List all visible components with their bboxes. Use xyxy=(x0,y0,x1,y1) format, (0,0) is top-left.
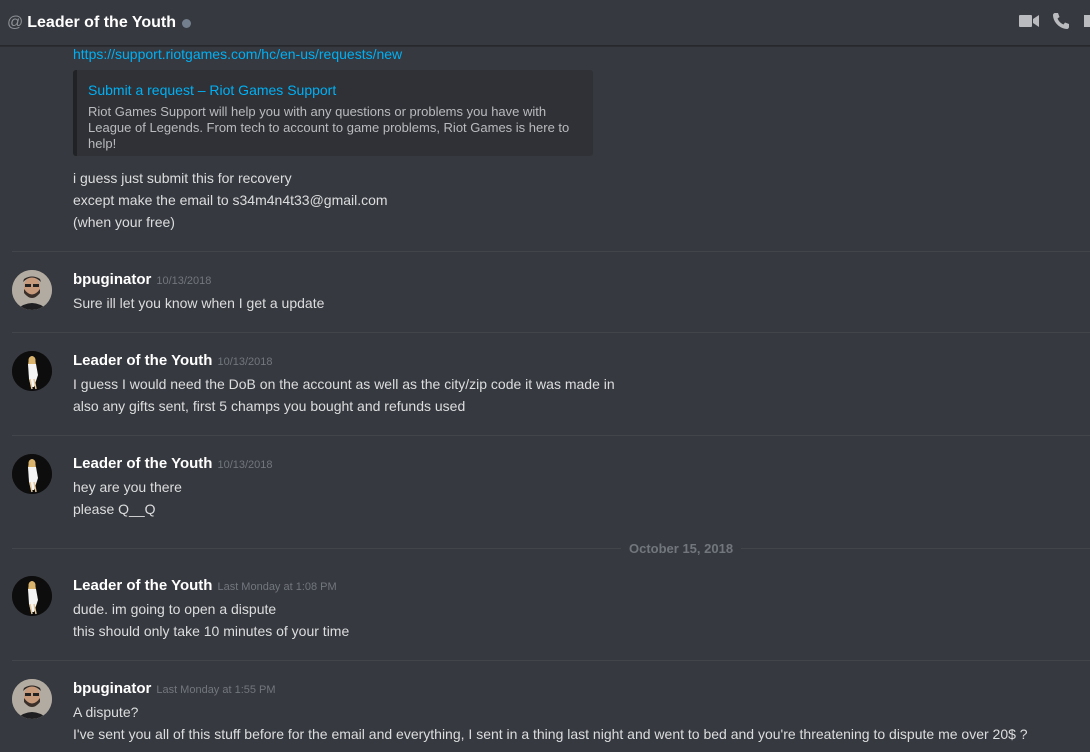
avatar[interactable] xyxy=(12,454,52,494)
avatar[interactable] xyxy=(12,576,52,616)
message-text: dude. im going to open a dispute xyxy=(73,601,277,617)
author-name[interactable]: Leader of the Youth xyxy=(73,352,212,369)
message-text: (when your free) xyxy=(73,214,175,230)
message-text: i guess just submit this for recovery xyxy=(73,170,292,186)
link-embed: Submit a request – Riot Games Support Ri… xyxy=(73,70,593,156)
message-divider xyxy=(12,332,1090,333)
message-text: hey are you there xyxy=(73,479,182,495)
avatar[interactable] xyxy=(12,351,52,391)
channel-title: Leader of the Youth xyxy=(27,13,176,31)
message-author[interactable]: bpuginator 10/13/2018 xyxy=(73,271,211,288)
at-icon: @ xyxy=(7,13,24,31)
status-indicator xyxy=(182,18,191,28)
video-call-icon[interactable] xyxy=(1018,10,1040,32)
message-text: I guess I would need the DoB on the acco… xyxy=(73,376,615,392)
message-timestamp: Last Monday at 1:08 PM xyxy=(217,581,337,593)
message-timestamp: 10/13/2018 xyxy=(217,459,273,471)
author-name[interactable]: Leader of the Youth xyxy=(73,577,212,594)
embed-title[interactable]: Submit a request – Riot Games Support xyxy=(88,82,336,98)
support-link[interactable]: https://support.riotgames.com/hc/en-us/r… xyxy=(73,46,402,62)
message-text: also any gifts sent, first 5 champs you … xyxy=(73,398,466,414)
message-text: this should only take 10 minutes of your… xyxy=(73,623,350,639)
more-icon[interactable] xyxy=(1082,10,1090,32)
message-timestamp: Last Monday at 1:55 PM xyxy=(156,684,276,696)
message-timestamp: 10/13/2018 xyxy=(156,275,212,287)
header-toolbar xyxy=(1018,10,1090,32)
channel-header: @ Leader of the Youth xyxy=(0,0,1090,46)
message-divider xyxy=(12,435,1090,436)
author-name[interactable]: bpuginator xyxy=(73,271,151,288)
message-text: please Q__Q xyxy=(73,501,156,517)
avatar[interactable] xyxy=(12,270,52,310)
date-divider-label: October 15, 2018 xyxy=(621,541,742,556)
message-author[interactable]: Leader of the Youth 10/13/2018 xyxy=(73,455,273,472)
message-text: I've sent you all of this stuff before f… xyxy=(73,726,1028,742)
message-divider xyxy=(12,251,1090,252)
message-text: A dispute? xyxy=(73,704,139,720)
message-text: except make the email to s34m4n4t33@gmai… xyxy=(73,192,388,208)
message-divider xyxy=(12,660,1090,661)
voice-call-icon[interactable] xyxy=(1050,10,1072,32)
embed-description: Riot Games Support will help you with an… xyxy=(88,104,570,151)
message-author[interactable]: bpuginator Last Monday at 1:55 PM xyxy=(73,680,276,697)
author-name[interactable]: bpuginator xyxy=(73,680,151,697)
message-timestamp: 10/13/2018 xyxy=(217,356,273,368)
message-author[interactable]: Leader of the Youth Last Monday at 1:08 P… xyxy=(73,577,337,594)
avatar[interactable] xyxy=(12,679,52,719)
message-list: https://support.riotgames.com/hc/en-us/r… xyxy=(0,46,1090,752)
date-divider xyxy=(12,548,1090,549)
author-name[interactable]: Leader of the Youth xyxy=(73,455,212,472)
message-text: Sure ill let you know when I get a updat… xyxy=(73,295,325,311)
message-author[interactable]: Leader of the Youth 10/13/2018 xyxy=(73,352,273,369)
